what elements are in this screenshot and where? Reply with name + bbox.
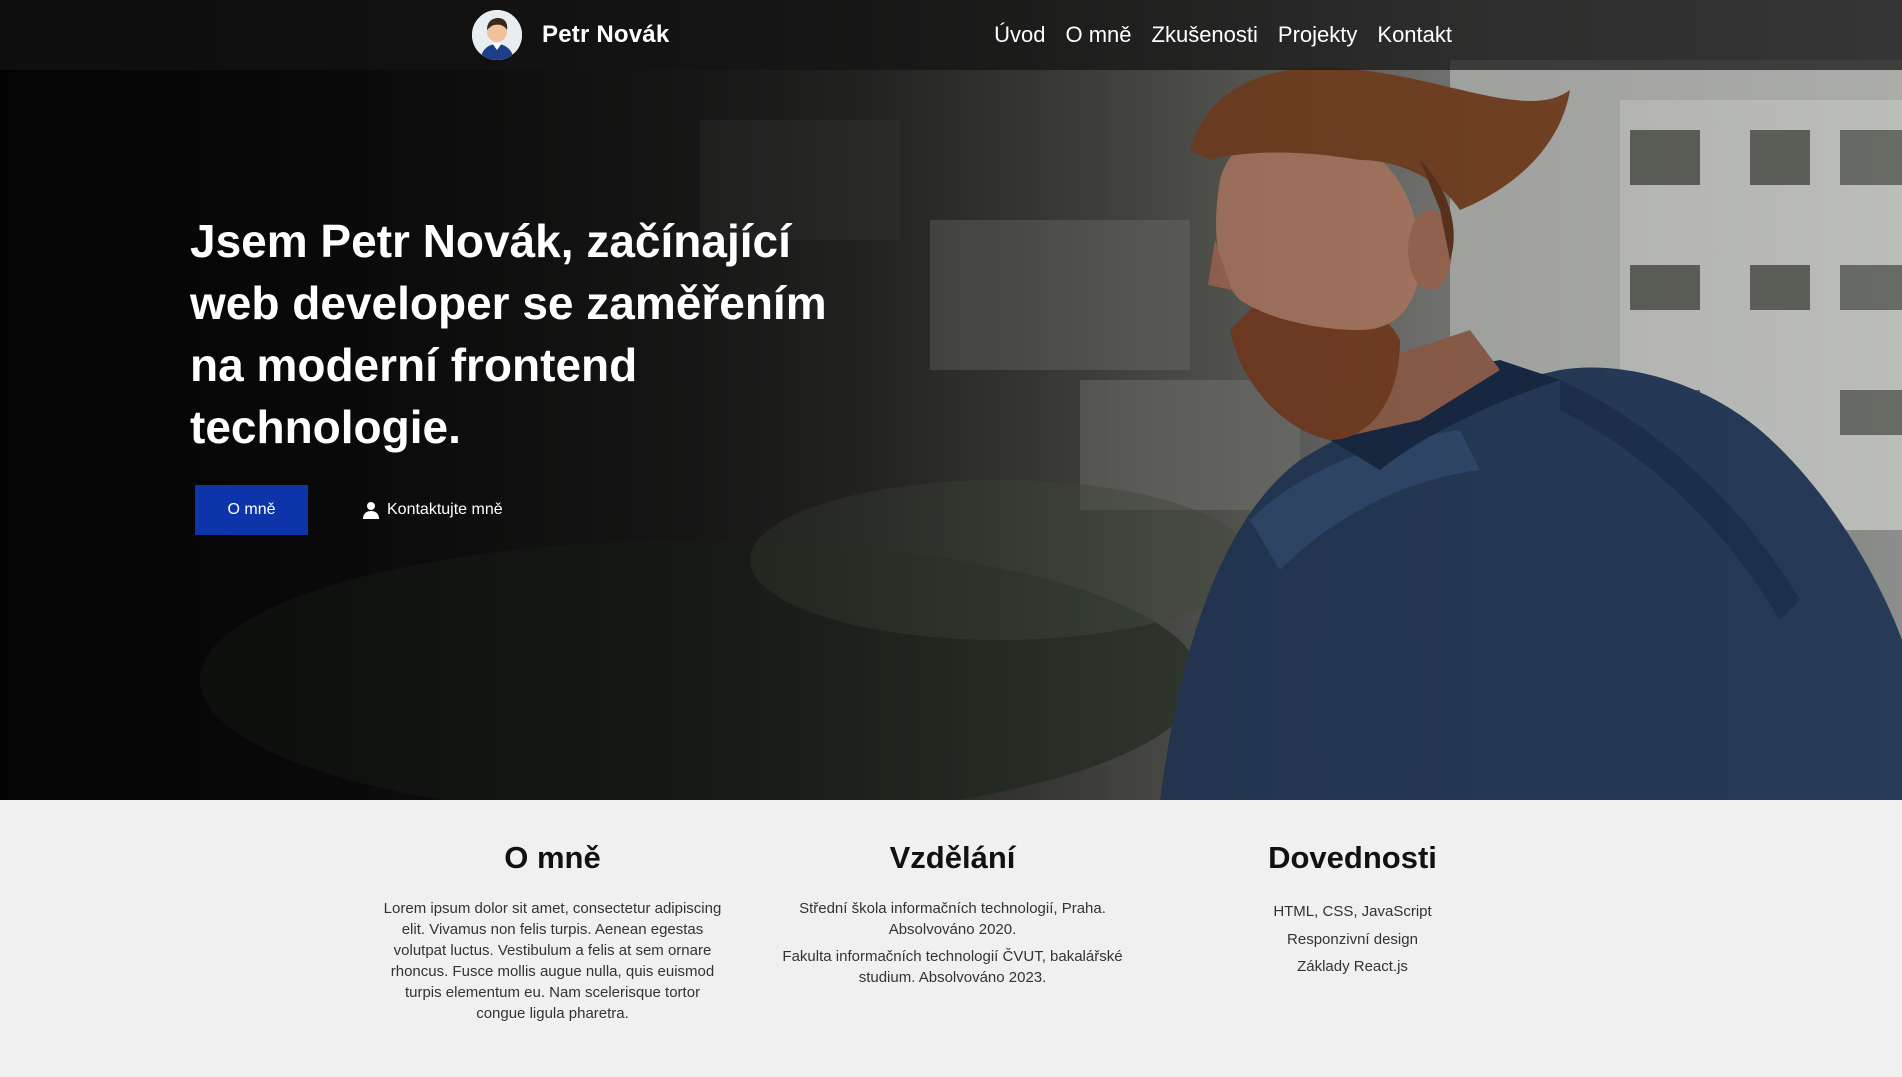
nav-link-kontakt[interactable]: Kontakt	[1377, 22, 1452, 48]
user-icon	[363, 502, 379, 519]
contact-link-label: Kontaktujte mně	[387, 501, 503, 518]
nav-link-o-mne[interactable]: O mně	[1065, 22, 1131, 48]
education-heading: Vzdělání	[889, 840, 1016, 875]
education-item: Střední škola informačních technologií, …	[799, 900, 1106, 938]
nav-link-uvod[interactable]: Úvod	[994, 22, 1045, 48]
main-nav: Úvod O mně Zkušenosti Projekty Kontakt	[994, 0, 1452, 70]
hero-actions: O mně Kontaktujte mně	[195, 485, 503, 535]
nav-link-zkusenosti[interactable]: Zkušenosti	[1152, 22, 1258, 48]
skill-item: Responzivní design	[1287, 930, 1418, 948]
education-item: Fakulta informačních technologií ČVUT, b…	[782, 948, 1123, 986]
skill-item: Základy React.js	[1297, 958, 1408, 975]
avatar	[472, 10, 522, 60]
hero-title: Jsem Petr Novák, začínající web develope…	[190, 215, 827, 453]
avatar-icon	[472, 10, 522, 60]
brand[interactable]: Petr Novák	[472, 8, 669, 62]
nav-link-projekty[interactable]: Projekty	[1278, 22, 1357, 48]
info-section: O mně Lorem ipsum dolor sit amet, consec…	[0, 800, 1902, 1077]
contact-link[interactable]: Kontaktujte mně	[363, 501, 503, 519]
hero-section: Jsem Petr Novák, začínající web develope…	[0, 0, 1902, 800]
skills-column: Dovednosti HTML, CSS, JavaScript Responz…	[1180, 840, 1525, 981]
brand-name: Petr Novák	[542, 21, 670, 48]
about-column: O mně Lorem ipsum dolor sit amet, consec…	[380, 840, 725, 1024]
skill-item: HTML, CSS, JavaScript	[1273, 903, 1432, 920]
education-column: Vzdělání Střední škola informačních tech…	[780, 840, 1125, 988]
skills-list: HTML, CSS, JavaScript Responzivní design…	[1180, 898, 1525, 981]
about-text: Lorem ipsum dolor sit amet, consectetur …	[383, 900, 722, 1022]
skills-heading: Dovednosti	[1268, 840, 1437, 875]
navbar: Petr Novák Úvod O mně Zkušenosti Projekt…	[0, 0, 1902, 70]
about-heading: O mně	[504, 840, 601, 875]
about-button[interactable]: O mně	[195, 485, 308, 535]
